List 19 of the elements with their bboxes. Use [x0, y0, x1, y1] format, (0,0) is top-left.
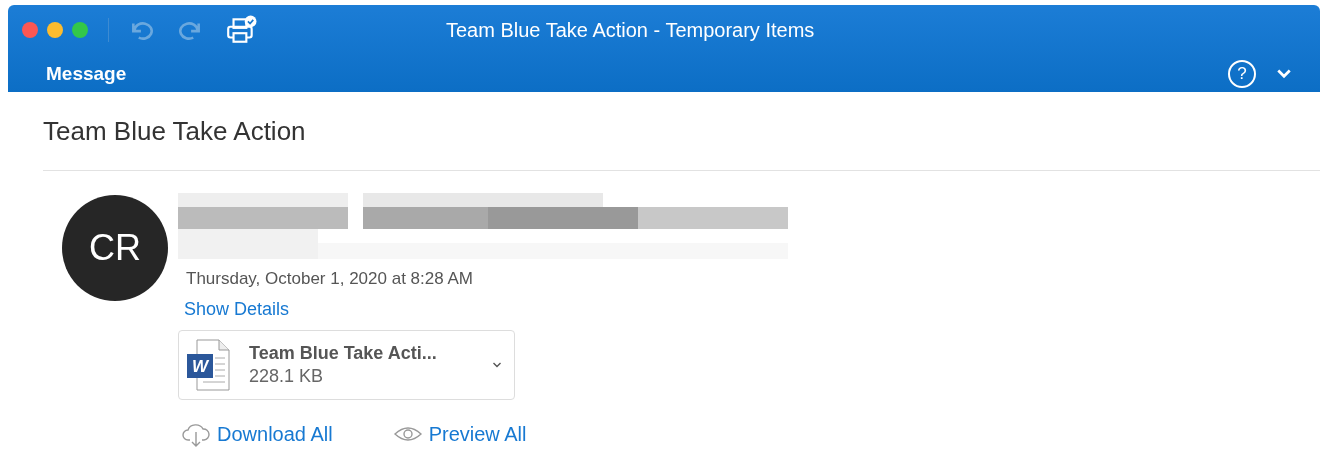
- message-date: Thursday, October 1, 2020 at 8:28 AM: [186, 269, 473, 289]
- window-title: Team Blue Take Action - Temporary Items: [446, 18, 815, 42]
- sender-avatar: CR: [62, 195, 168, 301]
- chevron-down-icon[interactable]: [492, 361, 502, 369]
- attachment-name: Team Blue Take Acti...: [249, 343, 438, 364]
- help-button[interactable]: ?: [1228, 59, 1256, 88]
- minimize-button[interactable]: [47, 22, 63, 38]
- chevron-down-icon[interactable]: [1276, 67, 1292, 80]
- attachment-size: 228.1 KB: [249, 366, 325, 387]
- show-details-link[interactable]: Show Details: [184, 299, 290, 320]
- attachment-card[interactable]: W Team Blue Take Acti... 228.1 KB: [178, 330, 515, 400]
- preview-all-link[interactable]: Preview All: [392, 420, 527, 448]
- download-all-link[interactable]: Download All: [181, 420, 333, 448]
- message-subject: Team Blue Take Action: [43, 92, 1320, 171]
- eye-icon: [392, 424, 423, 444]
- message-tab[interactable]: Message: [46, 62, 127, 85]
- printer-icon[interactable]: [225, 14, 257, 46]
- close-button[interactable]: [22, 22, 38, 38]
- zoom-button[interactable]: [72, 22, 88, 38]
